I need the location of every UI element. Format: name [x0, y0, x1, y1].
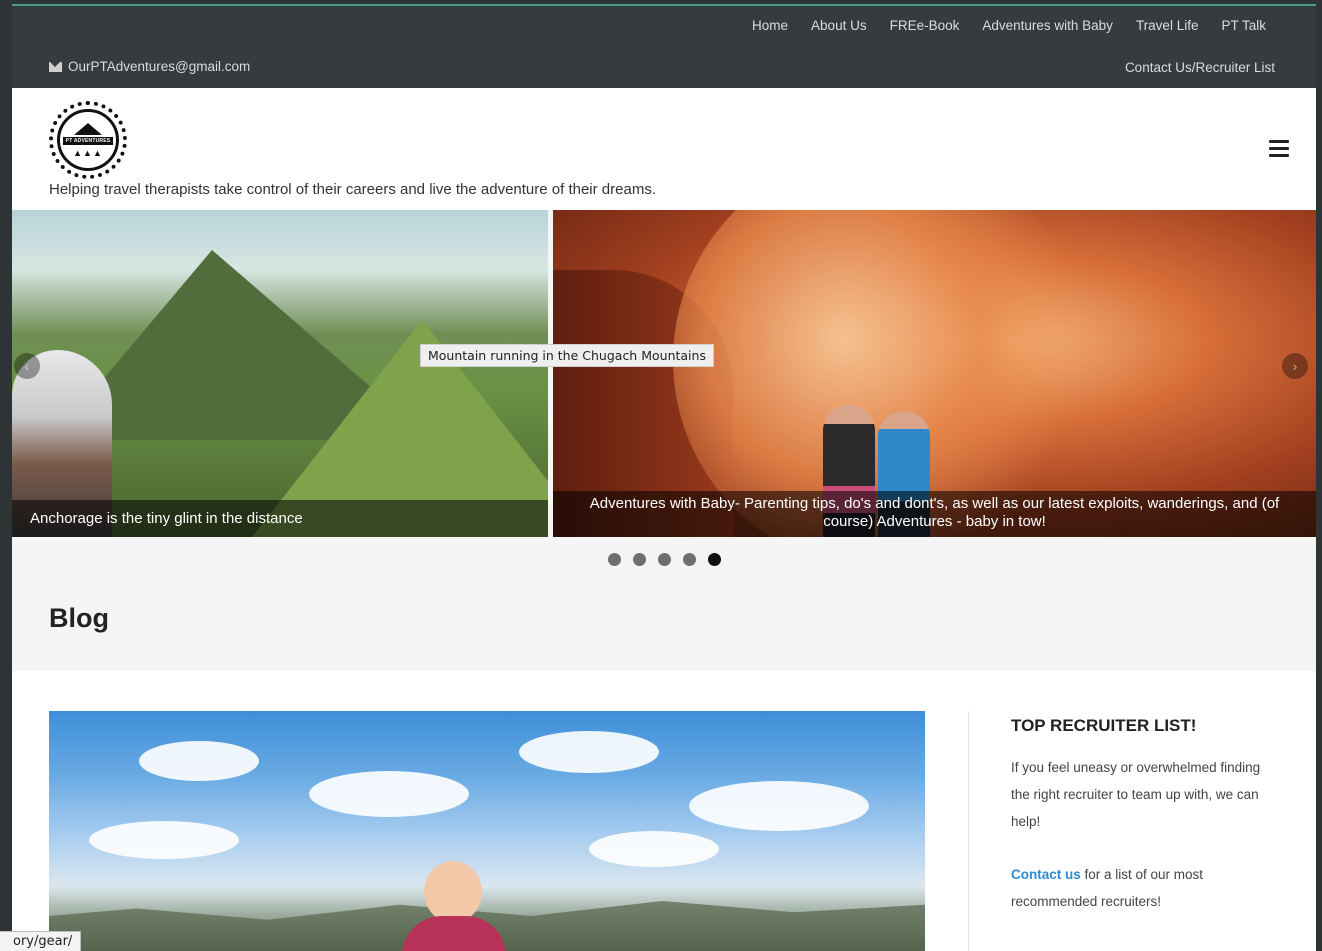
- sidebar-divider: [968, 711, 969, 951]
- slide-caption-left: Anchorage is the tiny glint in the dista…: [12, 500, 548, 537]
- status-bar-url: ory/gear/: [0, 931, 82, 951]
- slider-prev-icon[interactable]: ‹: [14, 353, 40, 379]
- top-nav: Home About Us FREe-Book Adventures with …: [752, 18, 1266, 33]
- nav-about-us[interactable]: About Us: [811, 18, 867, 33]
- widget-text: If you feel uneasy or overwhelmed findin…: [1011, 760, 1261, 829]
- widget-heading: TOP RECRUITER LIST!: [1011, 716, 1197, 735]
- nav-free-book[interactable]: FREe-Book: [890, 18, 960, 33]
- slide-canyon[interactable]: Adventures with Baby- Parenting tips, do…: [553, 210, 1316, 537]
- slider-next-icon[interactable]: ›: [1282, 353, 1308, 379]
- slider-dot[interactable]: [632, 553, 646, 566]
- envelope-icon: [49, 61, 62, 72]
- sidebar-widget: TOP RECRUITER LIST! If you feel uneasy o…: [1011, 716, 1281, 915]
- slider-pagination: [12, 553, 1316, 566]
- image-tooltip: Mountain running in the Chugach Mountain…: [420, 344, 714, 367]
- slide-caption-right: Adventures with Baby- Parenting tips, do…: [553, 491, 1316, 537]
- mountain-icon: [74, 122, 102, 135]
- slider-dot[interactable]: [657, 553, 671, 566]
- logo-text: PT ADVENTURES: [62, 136, 114, 145]
- widget-text-2: Contact us for a list of our most recomm…: [1011, 867, 1204, 909]
- site-tagline: Helping travel therapists take control o…: [49, 181, 656, 198]
- nav-contact-recruiter-list[interactable]: Contact Us/Recruiter List: [1125, 60, 1275, 75]
- logo-badge: PT ADVENTURES ▲▲▲: [57, 109, 119, 171]
- image-slider: Anchorage is the tiny glint in the dista…: [12, 210, 1316, 537]
- featured-post-image[interactable]: [49, 711, 925, 951]
- main-content: TOP RECRUITER LIST! If you feel uneasy o…: [12, 671, 1316, 951]
- nav-home[interactable]: Home: [752, 18, 788, 33]
- email-address: OurPTAdventures@gmail.com: [68, 59, 251, 74]
- page-title: Blog: [49, 603, 109, 633]
- slider-dot-active[interactable]: [707, 553, 721, 566]
- site-header: PT ADVENTURES ▲▲▲ Helping travel therapi…: [12, 88, 1316, 210]
- contact-us-link[interactable]: Contact us: [1011, 867, 1081, 882]
- email-link[interactable]: OurPTAdventures@gmail.com: [49, 59, 250, 74]
- slider-dot[interactable]: [682, 553, 696, 566]
- nav-pt-talk[interactable]: PT Talk: [1221, 18, 1266, 33]
- trees-icon: ▲▲▲: [73, 147, 103, 158]
- nav-travel-life[interactable]: Travel Life: [1136, 18, 1199, 33]
- menu-icon[interactable]: [1269, 140, 1289, 157]
- site-logo[interactable]: PT ADVENTURES ▲▲▲: [49, 101, 127, 179]
- baby-image: [394, 861, 514, 951]
- browser-viewport: Home About Us FREe-Book Adventures with …: [12, 4, 1316, 951]
- slider-dot[interactable]: [607, 553, 621, 566]
- top-bar: Home About Us FREe-Book Adventures with …: [12, 6, 1316, 88]
- slide-mountain[interactable]: Anchorage is the tiny glint in the dista…: [12, 210, 548, 537]
- nav-adventures-with-baby[interactable]: Adventures with Baby: [982, 18, 1113, 33]
